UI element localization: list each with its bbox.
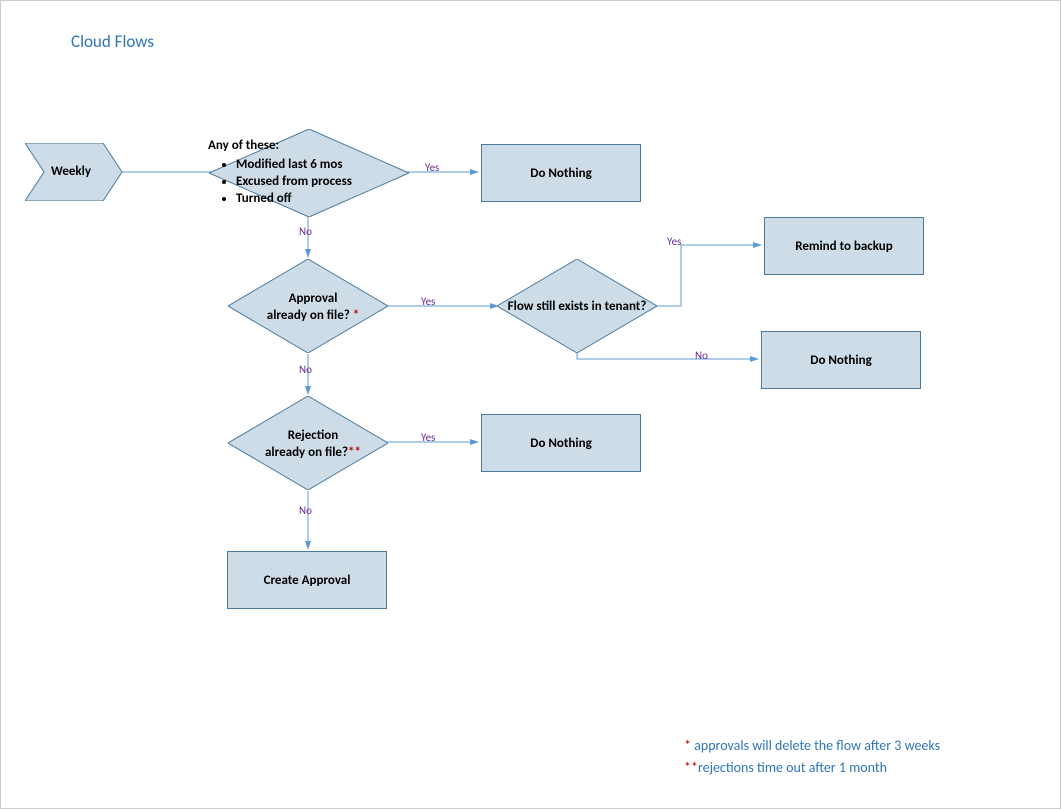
footnote-1-star: * bbox=[684, 737, 694, 754]
process-create-approval: Create Approval bbox=[227, 551, 387, 609]
decision2-line2: already on file? bbox=[267, 308, 353, 323]
edge-d4-yes: Yes bbox=[421, 431, 435, 444]
decision1-bullet1: Modified last 6 mos bbox=[236, 157, 408, 174]
flowchart-canvas: Cloud Flows Weekly bbox=[1, 1, 1060, 808]
edge-d2-yes: Yes bbox=[421, 295, 435, 308]
start-label: Weekly bbox=[51, 164, 91, 179]
decision2-content: Approval already on file? * bbox=[253, 291, 373, 325]
decision4-content: Rejection already on file?** bbox=[253, 428, 373, 462]
decision4-line1: Rejection bbox=[288, 428, 339, 443]
process-do-nothing-3-label: Do Nothing bbox=[530, 436, 592, 451]
diagram-title: Cloud Flows bbox=[71, 31, 154, 52]
connectors-layer bbox=[1, 1, 1061, 810]
decision1-heading: Any of these: bbox=[208, 138, 408, 155]
decision3-content: Flow still exists in tenant? bbox=[507, 299, 647, 316]
footnote-2-text: rejections time out after 1 month bbox=[698, 759, 887, 776]
decision4-line2: already on file? bbox=[265, 445, 348, 460]
decision2-line1: Approval bbox=[289, 291, 338, 306]
edge-d3-no: No bbox=[695, 349, 708, 362]
process-do-nothing-2-label: Do Nothing bbox=[810, 353, 872, 368]
footnote-2: **rejections time out after 1 month bbox=[684, 759, 887, 776]
footnote-2-star: ** bbox=[684, 759, 698, 776]
edge-d1-yes: Yes bbox=[425, 161, 439, 174]
decision4-star: ** bbox=[348, 445, 361, 460]
edge-d4-no: No bbox=[299, 504, 312, 517]
process-do-nothing-1: Do Nothing bbox=[481, 144, 641, 202]
decision1-bullet3: Turned off bbox=[236, 191, 408, 208]
process-create-approval-label: Create Approval bbox=[264, 573, 351, 588]
decision1-bullet2: Excused from process bbox=[236, 174, 408, 191]
decision1-content: Any of these: Modified last 6 mos Excuse… bbox=[208, 138, 408, 208]
process-remind-backup: Remind to backup bbox=[764, 217, 924, 275]
footnote-1: * approvals will delete the flow after 3… bbox=[684, 737, 940, 754]
edge-d1-no: No bbox=[299, 225, 312, 238]
decision3-label: Flow still exists in tenant? bbox=[508, 299, 647, 314]
process-do-nothing-1-label: Do Nothing bbox=[530, 166, 592, 181]
process-do-nothing-2: Do Nothing bbox=[761, 331, 921, 389]
footnote-1-text: approvals will delete the flow after 3 w… bbox=[694, 737, 940, 754]
edge-d3-yes: Yes bbox=[667, 235, 681, 248]
process-do-nothing-3: Do Nothing bbox=[481, 414, 641, 472]
decision2-star: * bbox=[353, 308, 359, 323]
process-remind-backup-label: Remind to backup bbox=[795, 239, 893, 254]
edge-d2-no: No bbox=[299, 363, 312, 376]
